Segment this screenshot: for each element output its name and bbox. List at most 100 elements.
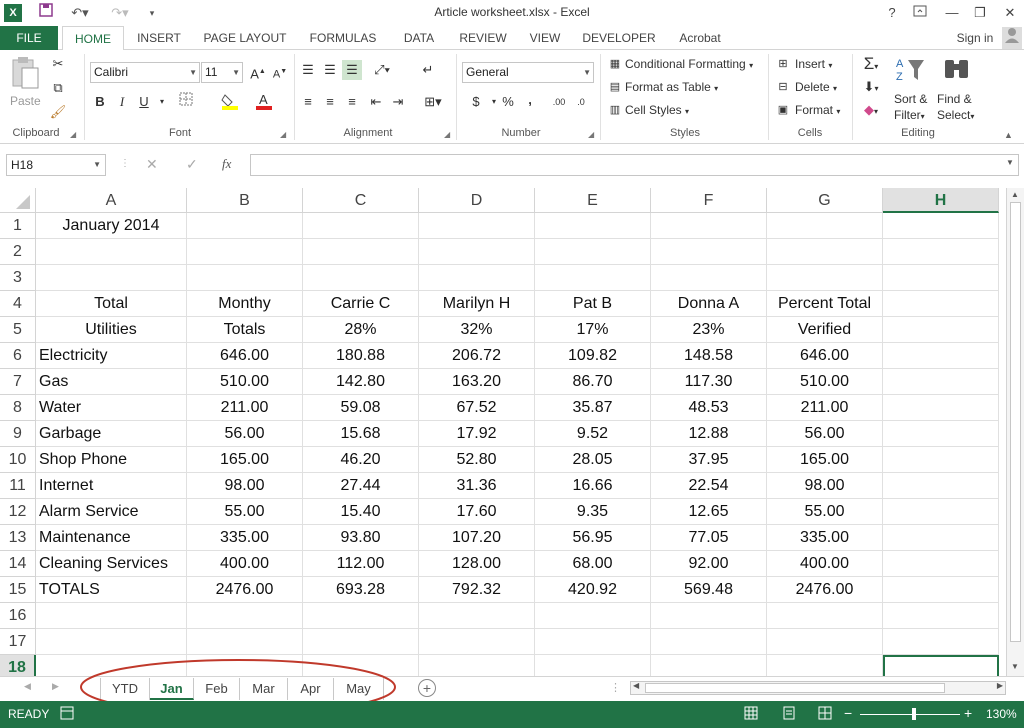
cell-g17[interactable]: [767, 629, 883, 655]
cell-a13[interactable]: Maintenance: [36, 525, 187, 551]
conditional-formatting-icon[interactable]: ▦: [605, 54, 625, 74]
scroll-right-icon[interactable]: ▶: [997, 681, 1003, 690]
fill-color-icon[interactable]: [220, 92, 240, 112]
cell-f6[interactable]: 148.58: [651, 343, 767, 369]
column-header-e[interactable]: E: [535, 188, 651, 213]
normal-view-icon[interactable]: [744, 706, 758, 723]
cell-g5[interactable]: Verified: [767, 317, 883, 343]
tab-insert[interactable]: INSERT: [128, 26, 190, 50]
cell-c13[interactable]: 93.80: [303, 525, 419, 551]
zoom-slider[interactable]: [860, 714, 960, 715]
cell-b4[interactable]: Monthy: [187, 291, 303, 317]
row-header[interactable]: 10: [0, 447, 36, 473]
restore-button[interactable]: ❐: [966, 2, 994, 24]
tab-home[interactable]: HOME: [62, 26, 124, 51]
cell-h8[interactable]: [883, 395, 999, 421]
cell-e17[interactable]: [535, 629, 651, 655]
cell-e14[interactable]: 68.00: [535, 551, 651, 577]
column-header-c[interactable]: C: [303, 188, 419, 213]
cell-d11[interactable]: 31.36: [419, 473, 535, 499]
scroll-left-icon[interactable]: ◀: [633, 681, 639, 690]
worksheet-grid[interactable]: A B C D E F G H 1 January 2014 2 3 4 Total Monthy Carri…: [0, 188, 1024, 676]
cell-b14[interactable]: 400.00: [187, 551, 303, 577]
row-header[interactable]: 16: [0, 603, 36, 629]
delete-cells-icon[interactable]: ⊟: [773, 77, 793, 97]
cell-g3[interactable]: [767, 265, 883, 291]
font-launcher-icon[interactable]: ◢: [280, 130, 286, 139]
zoom-slider-thumb[interactable]: [912, 708, 916, 720]
cell-f5[interactable]: 23%: [651, 317, 767, 343]
cell-d2[interactable]: [419, 239, 535, 265]
cell-a1[interactable]: January 2014: [36, 213, 187, 239]
cell-g10[interactable]: 165.00: [767, 447, 883, 473]
clipboard-launcher-icon[interactable]: ◢: [70, 130, 76, 139]
align-left-icon[interactable]: ≡: [298, 92, 318, 112]
tab-page-layout[interactable]: PAGE LAYOUT: [196, 26, 294, 50]
format-as-table-icon[interactable]: ▤: [605, 77, 625, 97]
find-select-button[interactable]: Select▾: [937, 106, 974, 124]
formula-input[interactable]: [250, 154, 1019, 176]
cell-a15[interactable]: TOTALS: [36, 577, 187, 603]
cell-e3[interactable]: [535, 265, 651, 291]
zoom-in-button[interactable]: +: [964, 706, 972, 720]
format-cells-button[interactable]: Format ▾: [795, 101, 840, 119]
cell-g11[interactable]: 98.00: [767, 473, 883, 499]
scroll-tabs-left-icon[interactable]: ◀: [24, 681, 31, 692]
cell-f4[interactable]: Donna A: [651, 291, 767, 317]
cell-b11[interactable]: 98.00: [187, 473, 303, 499]
cell-b7[interactable]: 510.00: [187, 369, 303, 395]
cell-b16[interactable]: [187, 603, 303, 629]
cell-c16[interactable]: [303, 603, 419, 629]
cell-c3[interactable]: [303, 265, 419, 291]
cell-d13[interactable]: 107.20: [419, 525, 535, 551]
vertical-scroll-thumb[interactable]: [1010, 202, 1021, 642]
orientation-icon[interactable]: ⤢▾: [368, 60, 396, 80]
paste-icon[interactable]: [10, 56, 42, 90]
cell-h2[interactable]: [883, 239, 999, 265]
cell-b17[interactable]: [187, 629, 303, 655]
tab-view[interactable]: VIEW: [520, 26, 570, 50]
merge-center-icon[interactable]: ⊞▾: [418, 92, 448, 112]
cell-styles-icon[interactable]: ▥: [605, 100, 625, 120]
sort-filter-button[interactable]: Filter▾: [894, 106, 925, 124]
cell-c7[interactable]: 142.80: [303, 369, 419, 395]
cell-b9[interactable]: 56.00: [187, 421, 303, 447]
cell-e12[interactable]: 9.35: [535, 499, 651, 525]
borders-icon[interactable]: [176, 92, 196, 112]
cell-e15[interactable]: 420.92: [535, 577, 651, 603]
cell-b15[interactable]: 2476.00: [187, 577, 303, 603]
tab-developer[interactable]: DEVELOPER: [576, 26, 662, 50]
number-format-combo[interactable]: General ▼: [462, 62, 594, 83]
cell-d4[interactable]: Marilyn H: [419, 291, 535, 317]
row-header[interactable]: 7: [0, 369, 36, 395]
font-size-combo[interactable]: 11 ▼: [201, 62, 243, 83]
row-header[interactable]: 5: [0, 317, 36, 343]
row-header[interactable]: 4: [0, 291, 36, 317]
tab-acrobat[interactable]: Acrobat: [668, 26, 732, 50]
minimize-button[interactable]: —: [938, 2, 966, 24]
cell-h12[interactable]: [883, 499, 999, 525]
cell-d10[interactable]: 52.80: [419, 447, 535, 473]
vertical-scrollbar[interactable]: ▲ ▼: [1006, 188, 1024, 676]
cell-g6[interactable]: 646.00: [767, 343, 883, 369]
row-header[interactable]: 3: [0, 265, 36, 291]
cell-c1[interactable]: [303, 213, 419, 239]
cell-g14[interactable]: 400.00: [767, 551, 883, 577]
cell-d5[interactable]: 32%: [419, 317, 535, 343]
cell-g2[interactable]: [767, 239, 883, 265]
cell-f18[interactable]: [651, 655, 767, 676]
sort-filter-icon[interactable]: AZ: [896, 56, 926, 84]
number-launcher-icon[interactable]: ◢: [588, 130, 594, 139]
cell-g8[interactable]: 211.00: [767, 395, 883, 421]
page-layout-view-icon[interactable]: [782, 706, 796, 723]
zoom-level[interactable]: 130%: [986, 707, 1017, 721]
percent-button[interactable]: %: [498, 92, 518, 112]
conditional-formatting-button[interactable]: Conditional Formatting ▾: [625, 55, 753, 73]
cell-h17[interactable]: [883, 629, 999, 655]
cell-e16[interactable]: [535, 603, 651, 629]
cell-e11[interactable]: 16.66: [535, 473, 651, 499]
cell-f14[interactable]: 92.00: [651, 551, 767, 577]
cell-a16[interactable]: [36, 603, 187, 629]
cell-g4[interactable]: Percent Total: [767, 291, 883, 317]
cell-g18[interactable]: [767, 655, 883, 676]
